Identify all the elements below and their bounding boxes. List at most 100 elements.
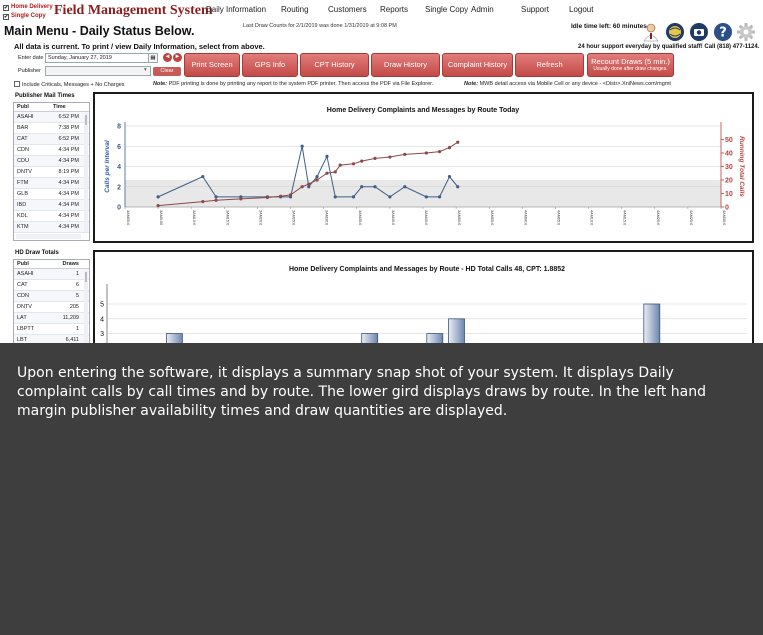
data-point [447, 146, 452, 150]
table-row[interactable]: FTM 4:34 PM [14, 178, 89, 189]
clear-button[interactable]: Clear [153, 67, 181, 76]
table-row[interactable]: KDL 4:34 PM [14, 211, 89, 222]
menu-logout[interactable]: Logout [569, 5, 593, 14]
data-point [156, 204, 160, 208]
note-text: MWB detail access via Mobile Cell or any… [479, 81, 671, 87]
y-tick-label: 4 [100, 316, 104, 323]
cell-publ: KDL [17, 213, 28, 219]
cell-publ: KTM [17, 224, 29, 230]
data-point [338, 163, 342, 167]
x-tick-label: 3AM15:0 [225, 210, 229, 225]
complaint-history-button[interactable]: Complaint History [442, 53, 513, 77]
data-point [447, 175, 452, 179]
chart-title: Home Delivery Complaints and Messages by… [289, 266, 565, 273]
menu-support[interactable]: Support [521, 5, 549, 14]
recount-draws-label: Recount Draws (5 min.) [591, 57, 670, 66]
table-row[interactable]: LBPTT 1 [14, 324, 89, 335]
table-row[interactable]: KTM 4:34 PM [14, 222, 89, 233]
table-row[interactable]: DNTV 205 [14, 302, 89, 313]
app-window: ✔ Home Delivery ✔ Single Copy Field Manage… [0, 0, 763, 635]
cell-value: 6:52 PM [58, 136, 79, 142]
table-row[interactable]: CAT 6:52 PM [14, 134, 89, 145]
menu-reports[interactable]: Reports [380, 5, 408, 14]
support-line: 24 hour support everyday by qualified st… [578, 44, 760, 50]
table-row[interactable]: GLB 4:34 PM [14, 189, 89, 200]
scroll-thumb[interactable] [85, 272, 87, 282]
app-brand: Field Management System [54, 3, 213, 18]
cell-publ: ASAHI [17, 271, 34, 277]
draw-history-button[interactable]: Draw History [371, 53, 440, 77]
data-point [265, 195, 269, 200]
gps-info-button[interactable]: GPS Info [242, 53, 298, 77]
help-icon[interactable]: ? [713, 22, 733, 42]
table-row[interactable]: ASAHI 1 [14, 269, 89, 280]
date-input[interactable]: Sunday, January 27, 2019 [45, 53, 158, 63]
table-row[interactable]: DNTV 8:19 PM [14, 167, 89, 178]
column-header: Time [53, 104, 66, 110]
cell-value: 4:34 PM [58, 180, 79, 186]
data-point [388, 155, 392, 159]
recount-draws-button[interactable]: Recount Draws (5 min.) Usually done afte… [587, 53, 674, 77]
menu-single-copy[interactable]: Single Copy [425, 5, 468, 14]
next-date-button[interactable]: ► [173, 53, 182, 62]
vertical-scrollbar[interactable] [84, 113, 88, 232]
data-point [288, 193, 293, 197]
table-row[interactable]: LBT 6,411 [14, 335, 89, 343]
horizontal-scrollbar[interactable] [16, 234, 81, 239]
table-row[interactable]: CAT 6 [14, 280, 89, 291]
table-row[interactable]: CDN 4:34 PM [14, 145, 89, 156]
table-row[interactable]: CDN 5 [14, 291, 89, 302]
column-header: Draws [62, 261, 79, 267]
mail-times-table: Publ Time ASAHI 6:52 PM BAR 7:38 PM CAT 6:52 … [13, 102, 90, 241]
table-row[interactable]: LAT 11,209 [14, 313, 89, 324]
mode-single-copy[interactable]: ✔ Single Copy [3, 12, 53, 21]
scroll-thumb[interactable] [85, 115, 87, 125]
cpt-history-button[interactable]: CPT History [300, 53, 369, 77]
menu-daily-information[interactable]: Daily Information [206, 5, 266, 14]
table-row[interactable]: BAR 7:38 PM [14, 123, 89, 134]
menu-admin[interactable]: Admin [471, 5, 494, 14]
x-tick-label: 3AM5:00 [159, 210, 163, 225]
camera-icon[interactable] [689, 22, 709, 42]
x-tick-label: 3AM10:0 [192, 210, 196, 225]
menu-routing[interactable]: Routing [281, 5, 309, 14]
table-row[interactable]: CDU 4:34 PM [14, 156, 89, 167]
data-point [156, 195, 160, 199]
refresh-button[interactable]: Refresh [515, 53, 584, 77]
y-tick-label: 2 [117, 184, 121, 191]
include-criticals-label: Include Criticals, Messages + No Charges [22, 82, 125, 88]
cell-value: 6,411 [65, 337, 79, 343]
table-row[interactable]: ASAHI 6:52 PM [14, 112, 89, 123]
chart-title: Home Delivery Complaints and Messages by… [327, 107, 520, 114]
cell-value: 8:19 PM [58, 169, 79, 175]
y2-tick-label: 10 [725, 191, 733, 198]
globe-icon[interactable] [665, 22, 685, 42]
support-person-icon[interactable] [641, 22, 661, 42]
calendar-icon[interactable]: ▦ [148, 53, 158, 63]
table-row[interactable]: IBD 4:34 PM [14, 200, 89, 211]
mode-checkboxes: ✔ Home Delivery ✔ Single Copy [3, 3, 53, 21]
menu-customers[interactable]: Customers [328, 5, 367, 14]
data-point [360, 159, 364, 163]
data-point [360, 185, 364, 189]
vertical-scrollbar[interactable] [84, 270, 88, 343]
mode-home-delivery[interactable]: ✔ Home Delivery [3, 3, 53, 12]
chevron-down-icon[interactable]: ▾ [144, 67, 147, 73]
prev-date-button[interactable]: ◄ [163, 53, 172, 62]
data-point [214, 195, 218, 199]
print-screen-button[interactable]: Print Screen [184, 53, 240, 77]
checkbox-icon[interactable]: ✔ [3, 5, 9, 11]
settings-gear-icon[interactable] [736, 22, 756, 42]
y-axis-label: Calls per Interval [104, 140, 111, 193]
publisher-select[interactable] [45, 66, 151, 76]
y-tick-label: 0 [117, 205, 121, 212]
data-point [300, 144, 304, 148]
data-point [373, 185, 377, 189]
draw-counts-status: Last Draw Counts for 2/1/2019 was done 1… [243, 23, 397, 29]
checkbox-icon[interactable]: ✔ [3, 14, 9, 20]
cell-publ: CDN [17, 293, 29, 299]
include-criticals-checkbox[interactable]: Include Criticals, Messages + No Charges [14, 81, 125, 88]
checkbox-icon[interactable] [14, 81, 20, 87]
enter-date-label: Enter date [18, 55, 44, 61]
mail-times-rows: ASAHI 6:52 PM BAR 7:38 PM CAT 6:52 PM CDN 4:34 … [14, 112, 89, 233]
